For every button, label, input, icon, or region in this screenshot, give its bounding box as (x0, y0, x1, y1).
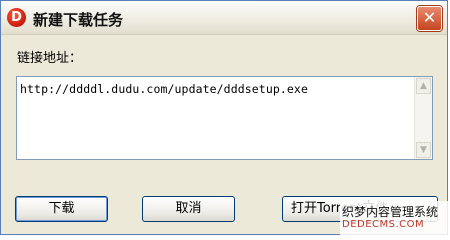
vertical-scrollbar[interactable]: ▲ ▼ (414, 77, 432, 159)
close-button[interactable]: ✕ (417, 6, 442, 31)
chevron-down-icon[interactable]: ▼ (416, 142, 431, 158)
download-button[interactable]: 下载 (15, 196, 108, 222)
title-bar[interactable]: D 新建下载任务 ✕ (1, 1, 447, 35)
watermark: 织梦内容管理系统 DEDECMS.COM (340, 201, 448, 235)
close-icon: ✕ (422, 8, 437, 27)
cancel-button[interactable]: 取消 (142, 196, 235, 222)
watermark-url: DEDECMS.COM (342, 219, 425, 230)
dialog-title: 新建下载任务 (33, 11, 124, 29)
chevron-up-icon[interactable]: ▲ (416, 78, 431, 94)
address-label: 链接地址： (17, 51, 83, 66)
url-textarea[interactable]: http://ddddl.dudu.com/update/dddsetup.ex… (16, 76, 433, 160)
watermark-text: 织梦内容管理系统 (342, 205, 439, 219)
url-value[interactable]: http://ddddl.dudu.com/update/dddsetup.ex… (20, 82, 308, 96)
dudu-logo-icon: D (7, 8, 26, 27)
download-dialog: D 新建下载任务 ✕ 链接地址： http://ddddl.dudu.com/u… (0, 0, 448, 235)
